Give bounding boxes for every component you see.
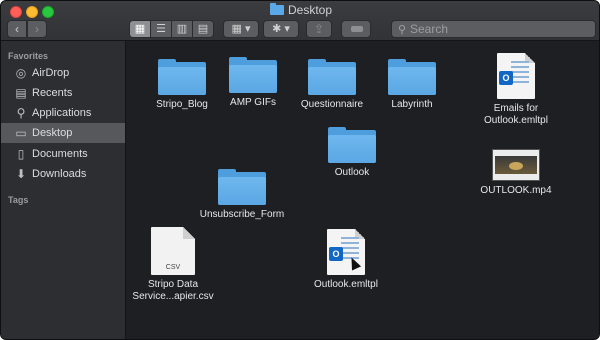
file-item-outlook-folder[interactable]: Outlook <box>307 127 397 179</box>
file-name: Outlook.emltpl <box>314 279 378 290</box>
folder-icon <box>158 59 206 95</box>
column-view-button[interactable]: ▥ <box>171 21 192 37</box>
file-name: Labyrinth <box>391 99 433 110</box>
icon-view-button[interactable]: ▦ <box>130 21 150 37</box>
file-name: Unsubscribe_Form <box>199 209 285 220</box>
sidebar-item-recents[interactable]: ▤ Recents <box>1 83 125 103</box>
file-item-unsubscribe-form[interactable]: Unsubscribe_Form <box>195 169 289 221</box>
tags-heading: Tags <box>8 195 29 205</box>
csv-file-icon: CSV <box>151 227 195 275</box>
favorites-heading: Favorites <box>8 51 49 61</box>
file-item-labyrinth[interactable]: Labyrinth <box>367 59 457 111</box>
group-by-button[interactable]: ▦ ▾ <box>223 20 259 38</box>
documents-icon: ▯ <box>17 147 25 161</box>
finder-window: Desktop ‹ › ▦ ☰ ▥ ▤ ▦ ▾ ✱ ▾ ⇪ ⚲ Favorite… <box>0 0 600 340</box>
video-thumbnail-icon <box>492 149 540 181</box>
back-button[interactable]: ‹ <box>7 20 27 38</box>
file-item-questionnaire[interactable]: Questionnaire <box>285 59 379 111</box>
search-field[interactable]: ⚲ <box>391 20 596 38</box>
desktop-icon: ▭ <box>15 126 27 140</box>
sidebar-item-label: Applications <box>32 107 92 119</box>
sidebar-item-label: Recents <box>32 87 73 99</box>
file-name: Emails for Outlook.emltpl <box>484 103 548 126</box>
file-grid: Stripo_Blog AMP GIFs Questionnaire Labyr… <box>127 41 599 339</box>
file-item-stripo-csv[interactable]: CSV Stripo Data Service...apier.csv <box>127 227 219 303</box>
file-name: Questionnaire <box>300 99 364 110</box>
forward-button[interactable]: › <box>27 20 47 38</box>
file-name: Outlook <box>334 167 370 178</box>
outlook-icon: O <box>329 247 343 261</box>
window-title: Desktop <box>1 3 599 17</box>
outlook-template-icon: O <box>327 229 365 275</box>
action-menu-button[interactable]: ✱ ▾ <box>263 20 299 38</box>
file-item-outlook-emltpl[interactable]: O Outlook.emltpl <box>303 229 389 291</box>
file-item-outlook-mp4[interactable]: OUTLOOK.mp4 <box>473 149 559 197</box>
outlook-template-icon: O <box>497 53 535 99</box>
sidebar-item-label: Desktop <box>32 127 73 139</box>
gallery-view-button[interactable]: ▤ <box>192 21 213 37</box>
folder-icon <box>218 169 266 205</box>
folder-icon <box>269 3 284 15</box>
sidebar-item-downloads[interactable]: ⬇ Downloads <box>1 164 125 184</box>
sidebar-item-documents[interactable]: ▯ Documents <box>1 144 125 164</box>
titlebar: Desktop ‹ › ▦ ☰ ▥ ▤ ▦ ▾ ✱ ▾ ⇪ ⚲ <box>1 1 599 41</box>
sidebar-item-desktop[interactable]: ▭ Desktop <box>1 123 125 143</box>
search-icon: ⚲ <box>398 24 407 36</box>
folder-icon <box>308 59 356 95</box>
sidebar-item-applications[interactable]: ⚲ Applications <box>1 103 125 123</box>
airdrop-icon: ◎ <box>15 66 27 80</box>
sidebar-item-label: Documents <box>32 148 88 160</box>
downloads-icon: ⬇ <box>15 167 27 181</box>
folder-icon <box>328 127 376 163</box>
edit-tags-button[interactable] <box>341 20 371 38</box>
sidebar-item-airdrop[interactable]: ◎ AirDrop <box>1 63 125 83</box>
sidebar: Favorites ◎ AirDrop ▤ Recents ⚲ Applicat… <box>1 41 126 339</box>
file-name: OUTLOOK.mp4 <box>480 185 552 196</box>
file-extension-label: CSV <box>165 264 181 271</box>
file-name: Stripo Data Service...apier.csv <box>132 279 214 302</box>
applications-icon: ⚲ <box>16 106 26 120</box>
file-item-emails-for-outlook[interactable]: O Emails for Outlook.emltpl <box>473 53 559 127</box>
outlook-icon: O <box>499 71 513 85</box>
list-view-button[interactable]: ☰ <box>150 21 171 37</box>
sidebar-item-label: Downloads <box>32 168 87 180</box>
view-mode-selector: ▦ ☰ ▥ ▤ <box>129 20 214 38</box>
folder-icon <box>388 59 436 95</box>
search-input[interactable] <box>410 21 590 37</box>
recents-icon: ▤ <box>15 86 27 100</box>
share-button[interactable]: ⇪ <box>306 20 332 38</box>
folder-icon <box>229 57 277 93</box>
sidebar-item-label: AirDrop <box>32 67 70 79</box>
window-title-label: Desktop <box>287 3 333 17</box>
